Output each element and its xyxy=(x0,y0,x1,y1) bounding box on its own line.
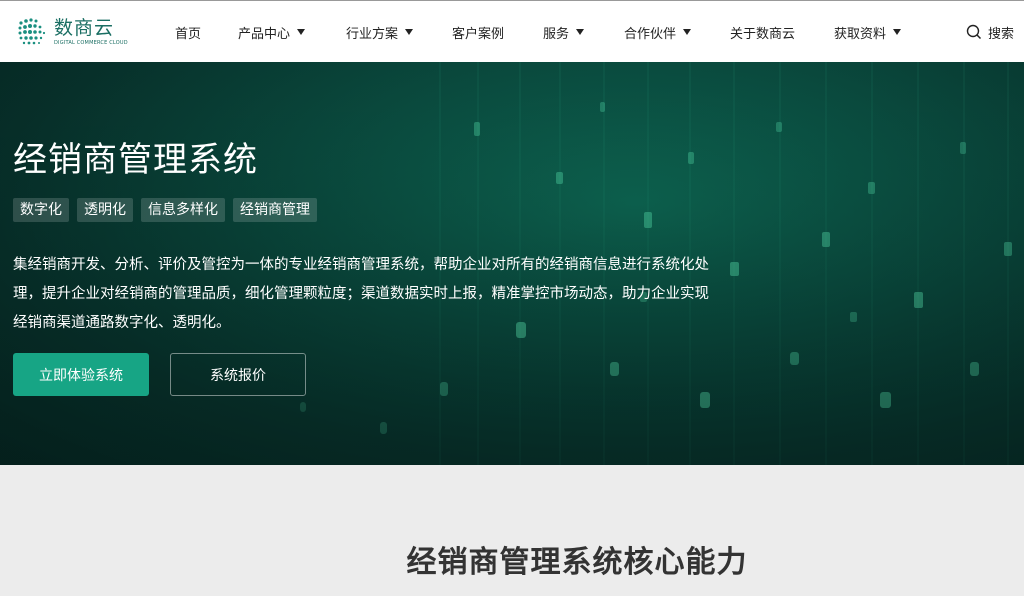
logo-name: 数商云 xyxy=(54,17,115,39)
logo[interactable]: 数商云 DIGITAL COMMERCE CLOUD xyxy=(16,13,128,51)
caret-down-icon xyxy=(576,29,585,35)
nav-label: 产品中心 xyxy=(238,26,291,42)
tag: 数字化 xyxy=(13,198,69,222)
top-navbar: 数商云 DIGITAL COMMERCE CLOUD 首页 产品中心 行业方案 … xyxy=(0,0,1024,62)
system-quote-button[interactable]: 系统报价 xyxy=(170,353,306,396)
search-icon xyxy=(966,24,982,40)
nav-item-partners[interactable]: 合作伙伴 xyxy=(624,1,692,63)
hero-title: 经销商管理系统 xyxy=(13,140,258,180)
hero-description: 集经销商开发、分析、评价及管控为一体的专业经销商管理系统，帮助企业对所有的经销商… xyxy=(13,251,758,338)
hero-tags: 数字化 透明化 信息多样化 经销商管理 xyxy=(13,198,317,222)
nav-label: 首页 xyxy=(175,26,202,42)
nav-item-about[interactable]: 关于数商云 xyxy=(730,1,795,63)
nav-label: 获取资料 xyxy=(834,26,887,42)
section-title: 经销商管理系统核心能力 xyxy=(406,545,748,580)
nav-label: 关于数商云 xyxy=(730,26,796,42)
hero-banner: 经销商管理系统 数字化 透明化 信息多样化 经销商管理 集经销商开发、分析、评价… xyxy=(0,62,1024,465)
nav-label: 合作伙伴 xyxy=(624,26,677,42)
try-system-button[interactable]: 立即体验系统 xyxy=(13,353,149,396)
nav-item-products[interactable]: 产品中心 xyxy=(238,1,306,63)
caret-down-icon xyxy=(683,29,692,35)
tag: 经销商管理 xyxy=(233,198,317,222)
description-line: 经销商渠道通路数字化、透明化。 xyxy=(13,315,231,331)
description-line: 理，提升企业对经销商的管理品质，细化管理颗粒度；渠道数据实时上报，精准掌控市场动… xyxy=(13,286,709,302)
logo-subtitle: DIGITAL COMMERCE CLOUD xyxy=(54,40,128,46)
caret-down-icon xyxy=(405,29,414,35)
nav-label: 服务 xyxy=(543,26,570,42)
logo-mark-icon xyxy=(18,18,46,45)
nav-item-resources[interactable]: 获取资料 xyxy=(834,1,902,63)
nav-label: 客户案例 xyxy=(452,26,505,42)
caret-down-icon xyxy=(297,29,306,35)
nav-item-solutions[interactable]: 行业方案 xyxy=(346,1,414,63)
nav-item-home[interactable]: 首页 xyxy=(175,1,201,63)
nav-item-cases[interactable]: 客户案例 xyxy=(452,1,504,63)
tag: 信息多样化 xyxy=(141,198,225,222)
caret-down-icon xyxy=(893,29,902,35)
description-line: 集经销商开发、分析、评价及管控为一体的专业经销商管理系统，帮助企业对所有的经销商… xyxy=(13,257,709,273)
nav-item-services[interactable]: 服务 xyxy=(543,1,585,63)
search-button[interactable]: 搜索 xyxy=(966,1,1014,63)
tag: 透明化 xyxy=(77,198,133,222)
nav-label: 行业方案 xyxy=(346,26,399,42)
search-label: 搜索 xyxy=(987,26,1014,42)
